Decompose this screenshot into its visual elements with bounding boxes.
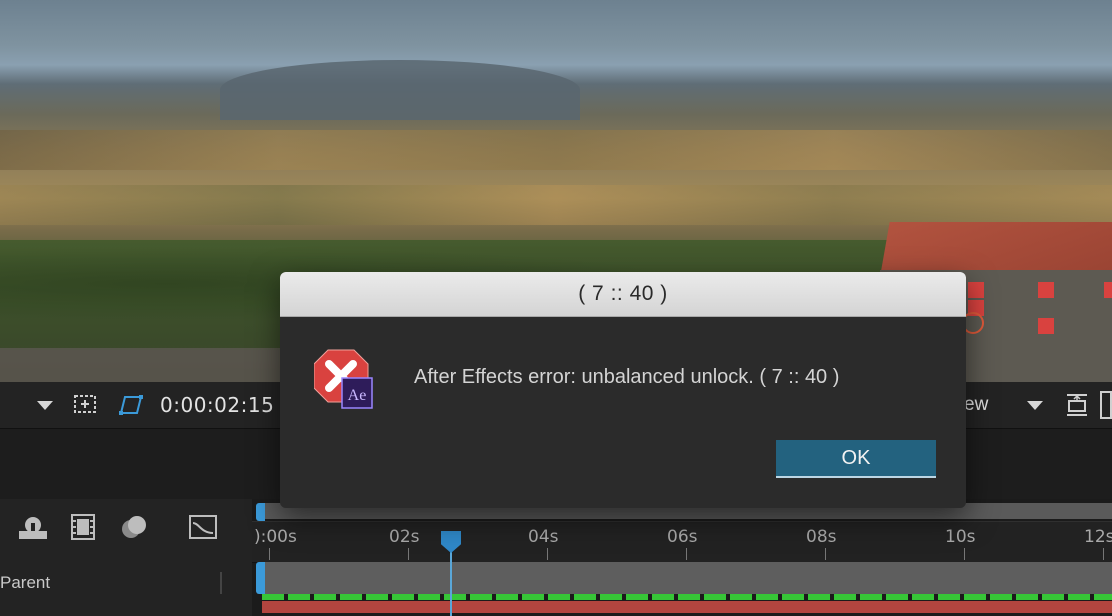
layer-duration-bar[interactable] <box>262 601 1112 613</box>
ruler-label: 10s <box>945 527 976 547</box>
view-layout-dropdown[interactable]: ew <box>964 382 1000 428</box>
ruler-label: 06s <box>667 527 698 547</box>
ae-badge-text: Ae <box>348 387 367 404</box>
region-of-interest-icon[interactable] <box>68 382 104 428</box>
viewer-timecode[interactable]: 0:00:02:15 <box>160 382 280 428</box>
ram-preview-cache-bar <box>262 594 1112 600</box>
graph-editor-icon[interactable] <box>186 512 220 542</box>
ruler-label: 08s <box>806 527 837 547</box>
ruler-label: ):00s <box>254 527 297 547</box>
dialog-message: After Effects error: unbalanced unlock. … <box>414 366 840 388</box>
film-strip-icon[interactable] <box>66 512 100 542</box>
dialog-title: ( 7 :: 40 ) <box>578 282 668 305</box>
mask-vertex-handle[interactable] <box>968 282 984 298</box>
ruler-tick <box>269 548 270 560</box>
ruler-label: 12s <box>1084 527 1112 547</box>
solo-icon[interactable] <box>16 512 50 542</box>
ok-button[interactable]: OK <box>776 440 936 478</box>
viewer-fields-lower <box>0 185 1112 225</box>
ruler-tick <box>686 548 687 560</box>
layer-in-point-handle[interactable] <box>256 562 265 594</box>
column-divider[interactable] <box>220 572 222 594</box>
ruler-tick <box>1103 548 1104 560</box>
mask-vertex-handle[interactable] <box>1038 318 1054 334</box>
viewer-hill <box>220 60 580 120</box>
layer-track-bar[interactable] <box>262 562 1112 594</box>
mask-vertex-handle[interactable] <box>1038 282 1054 298</box>
ruler-label: 02s <box>389 527 420 547</box>
chevron-down-icon[interactable] <box>32 382 58 428</box>
work-area-start-handle[interactable] <box>256 503 265 521</box>
ruler-tick <box>547 548 548 560</box>
mask-vertex-handle[interactable] <box>1104 282 1112 298</box>
error-dialog: ( 7 :: 40 ) Ae After Effects error: unba… <box>280 272 966 508</box>
viewer-fields <box>0 130 1112 170</box>
dialog-titlebar[interactable]: ( 7 :: 40 ) <box>280 272 966 317</box>
ruler-label: 04s <box>528 527 559 547</box>
chevron-down-icon[interactable] <box>1022 382 1048 428</box>
transparency-grid-icon[interactable] <box>112 382 148 428</box>
timecode-text: 0:00:02:15 <box>160 393 275 417</box>
error-icon: Ae <box>313 348 374 410</box>
fit-icon[interactable] <box>1060 382 1094 428</box>
view-label: ew <box>964 394 989 415</box>
ruler-tick <box>825 548 826 560</box>
viewer-options-icon[interactable] <box>1100 382 1112 428</box>
motion-blur-icon[interactable] <box>118 512 152 542</box>
ruler-tick <box>964 548 965 560</box>
parent-column-header: Parent <box>0 573 51 592</box>
ruler-tick <box>408 548 409 560</box>
